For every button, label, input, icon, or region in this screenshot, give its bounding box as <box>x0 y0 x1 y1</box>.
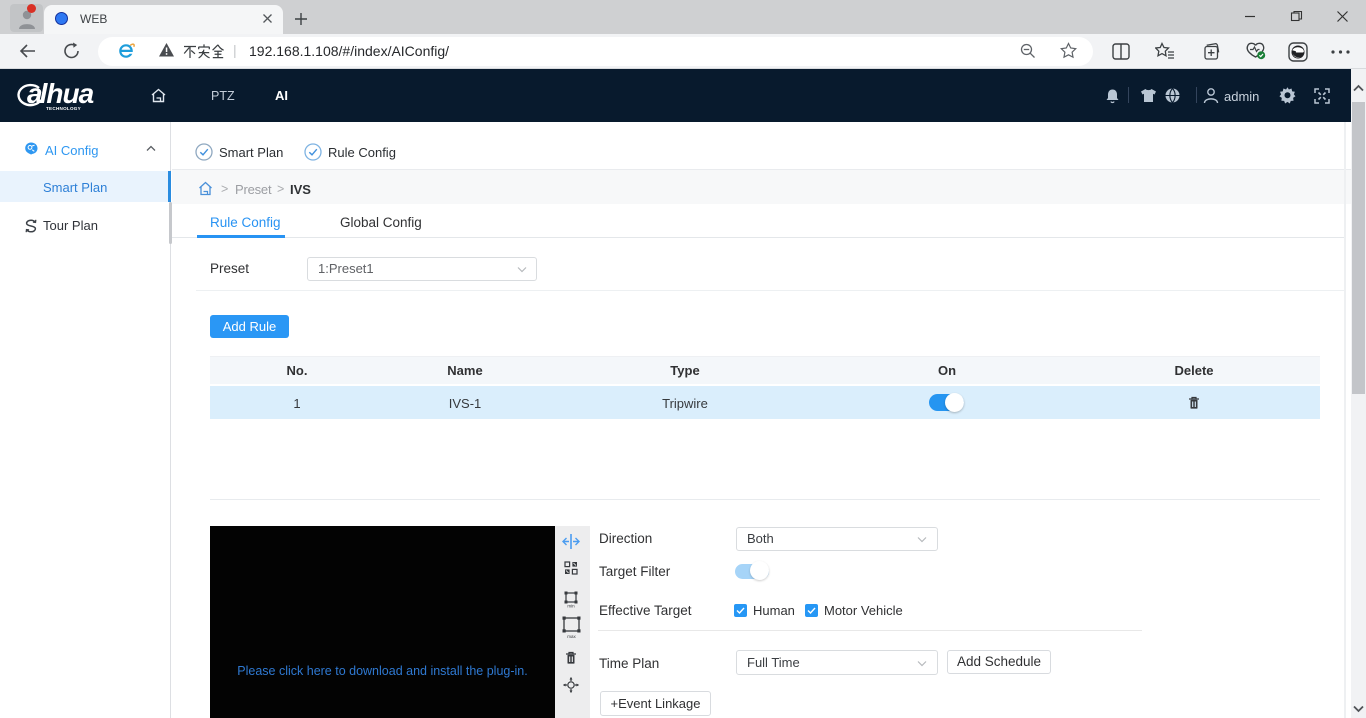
svg-text:max: max <box>567 634 576 639</box>
svg-text:min: min <box>567 604 575 609</box>
